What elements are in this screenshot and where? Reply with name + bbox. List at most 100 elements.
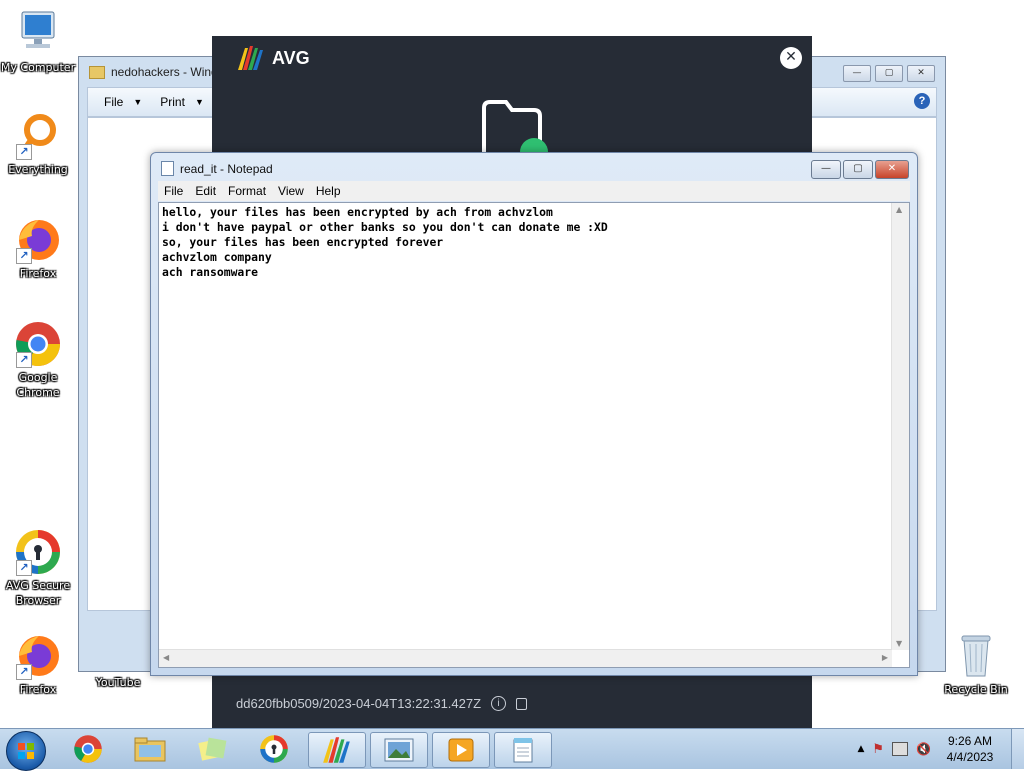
taskbar-image-viewer[interactable] (370, 732, 428, 768)
explorer-title: nedohackers - Windo (111, 65, 225, 79)
shortcut-arrow-icon: ↗ (16, 144, 32, 160)
sticky-notes-icon (198, 737, 227, 761)
avg-icon (323, 737, 350, 763)
everything-icon: ↗ (14, 112, 62, 160)
taskbar-sticky-notes[interactable] (184, 732, 240, 766)
desktop-icon-label: Recycle Bin (944, 683, 1008, 696)
taskbar-avg[interactable] (308, 732, 366, 768)
desktop-icon-firefox-2[interactable]: ↗ Firefox (0, 632, 76, 697)
shortcut-arrow-icon: ↗ (16, 248, 32, 264)
avg-brand: AVG (272, 47, 310, 68)
explorer-print-menu[interactable]: Print (160, 95, 185, 109)
desktop-icon-label: AVG Secure Browser (5, 579, 71, 607)
avg-browser-icon: ↗ (14, 528, 62, 576)
folder-icon (89, 65, 105, 79)
scroll-up-icon[interactable]: ▲ (896, 205, 902, 214)
taskbar-explorer[interactable] (122, 732, 178, 766)
notepad-titlebar[interactable]: read_it - Notepad (161, 161, 273, 176)
desktop-icon-firefox[interactable]: ↗ Firefox (0, 216, 76, 281)
notepad-close-button[interactable]: ✕ (875, 160, 909, 179)
desktop-icon-my-computer[interactable]: My Computer (0, 10, 76, 75)
clock-time: 9:26 AM (947, 734, 993, 748)
desktop-icon-google-chrome[interactable]: ↗ Google Chrome (0, 320, 76, 400)
notepad-text-area[interactable]: hello, your files has been encrypted by … (158, 202, 910, 668)
shortcut-arrow-icon: ↗ (16, 560, 32, 576)
chrome-icon (74, 735, 102, 763)
notepad-window[interactable]: read_it - Notepad — ▢ ✕ File Edit Format… (150, 152, 918, 676)
desktop-icon-recycle-bin[interactable]: Recycle Bin (938, 632, 1014, 697)
network-icon[interactable] (892, 742, 909, 756)
explorer-file-menu[interactable]: File (104, 95, 123, 109)
desktop-icon-youtube[interactable]: YouTube (80, 675, 156, 690)
clock-date: 4/4/2023 (946, 750, 994, 764)
notepad-content[interactable]: hello, your files has been encrypted by … (162, 205, 891, 649)
action-center-flag-icon[interactable]: ⚑ (872, 742, 884, 757)
chevron-down-icon[interactable]: ▼ (195, 97, 204, 107)
desktop-icon-label: My Computer (0, 61, 76, 74)
chrome-icon: ↗ (14, 320, 62, 368)
avg-footer: dd620fbb0509/2023-04-04T13:22:31.427Z i (236, 696, 528, 711)
notepad-icon (161, 161, 174, 176)
text-line: hello, your files has been encrypted by … (162, 205, 553, 219)
help-icon[interactable]: ? (914, 93, 930, 109)
text-line: achvzlom company (162, 250, 272, 264)
vertical-scrollbar[interactable]: ▲ ▼ (891, 203, 909, 650)
taskbar: ▲ ⚑ 🔇 9:26 AM 4/4/2023 (0, 728, 1024, 771)
clock[interactable]: 9:26 AM 4/4/2023 (935, 733, 1005, 765)
shortcut-arrow-icon: ↗ (16, 352, 32, 368)
scroll-down-icon[interactable]: ▼ (896, 639, 902, 648)
avg-browser-icon (260, 735, 288, 763)
taskbar-media-player[interactable] (432, 732, 490, 768)
explorer-maximize-button[interactable]: ▢ (875, 65, 903, 82)
notepad-menubar: File Edit Format View Help (158, 181, 910, 201)
notepad-minimize-button[interactable]: — (811, 160, 841, 179)
media-player-icon (448, 738, 474, 762)
image-viewer-icon (384, 738, 414, 762)
menu-format[interactable]: Format (222, 184, 272, 198)
volume-muted-icon[interactable]: 🔇 (916, 742, 931, 756)
start-button[interactable] (6, 731, 46, 771)
copy-icon[interactable] (516, 697, 528, 710)
taskbar-notepad[interactable] (494, 732, 552, 768)
avg-logo: AVG (236, 44, 310, 72)
desktop-icon-label: Google Chrome (16, 371, 60, 399)
show-desktop-button[interactable] (1011, 729, 1024, 769)
firefox-icon: ↗ (14, 632, 62, 680)
menu-view[interactable]: View (272, 184, 310, 198)
shortcut-arrow-icon: ↗ (16, 664, 32, 680)
explorer-icon (134, 737, 166, 762)
desktop-icon-label: Everything (8, 163, 68, 176)
scroll-left-icon[interactable]: ◀ (163, 653, 169, 662)
text-line: ach ransomware (162, 265, 259, 279)
show-hidden-icons-icon[interactable]: ▲ (857, 744, 864, 754)
taskbar-avg-browser[interactable] (246, 732, 302, 766)
avg-logo-icon (238, 46, 263, 70)
text-line: i don't have paypal or other banks so yo… (162, 220, 608, 234)
system-tray: ▲ ⚑ 🔇 9:26 AM 4/4/2023 (857, 729, 1024, 769)
horizontal-scrollbar[interactable]: ◀ ▶ (159, 649, 892, 667)
recycle-bin-icon (952, 632, 1000, 680)
windows-logo-icon (18, 743, 34, 759)
avg-close-button[interactable]: ✕ (780, 47, 802, 69)
text-line: so, your files has been encrypted foreve… (162, 235, 444, 249)
avg-scan-id: dd620fbb0509/2023-04-04T13:22:31.427Z (236, 696, 482, 711)
notepad-maximize-button[interactable]: ▢ (843, 160, 873, 179)
menu-edit[interactable]: Edit (189, 184, 222, 198)
menu-file[interactable]: File (158, 184, 189, 198)
explorer-minimize-button[interactable]: — (843, 65, 871, 82)
desktop-icon-avg-secure-browser[interactable]: ↗ AVG Secure Browser (0, 528, 76, 608)
desktop-icon-label: Firefox (19, 267, 57, 280)
desktop-icon-label: YouTube (95, 676, 141, 689)
scroll-right-icon[interactable]: ▶ (882, 653, 888, 662)
computer-icon (14, 10, 62, 58)
desktop-icon-label: Firefox (19, 683, 57, 696)
chevron-down-icon[interactable]: ▼ (133, 97, 142, 107)
notepad-title: read_it - Notepad (180, 161, 273, 176)
firefox-icon: ↗ (14, 216, 62, 264)
info-icon[interactable]: i (491, 696, 507, 711)
taskbar-chrome[interactable] (60, 732, 116, 766)
desktop-icon-everything[interactable]: ↗ Everything (0, 112, 76, 177)
explorer-close-button[interactable]: ✕ (907, 65, 935, 82)
menu-help[interactable]: Help (310, 184, 347, 198)
notepad-icon (513, 738, 533, 763)
